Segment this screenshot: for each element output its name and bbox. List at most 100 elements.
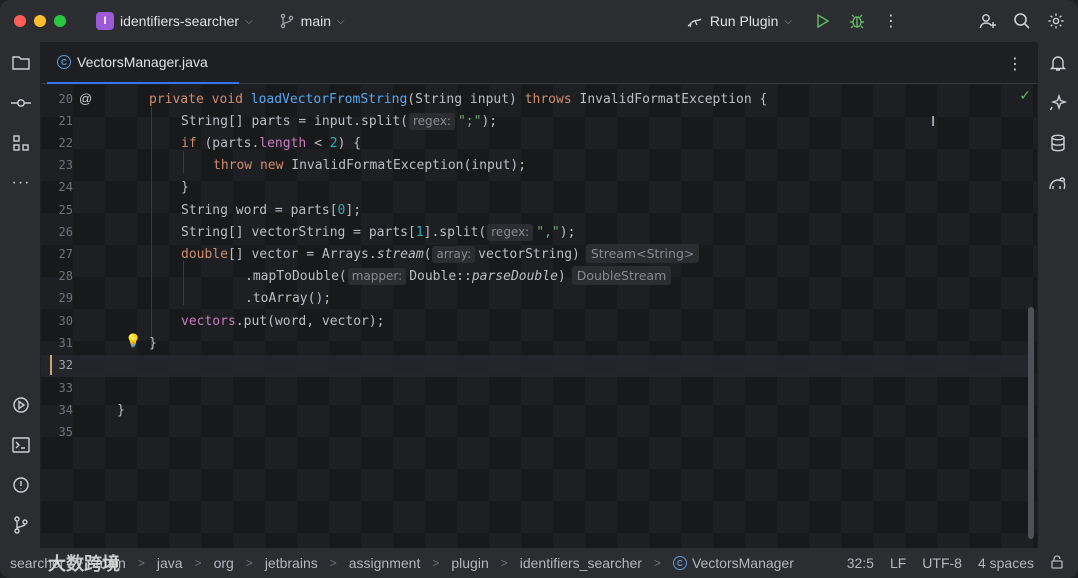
project-tool-button[interactable] <box>10 52 32 74</box>
breadcrumb-item[interactable]: java <box>157 555 183 571</box>
code-line: throw new InvalidFormatException(input); <box>213 158 527 173</box>
run-config-selector[interactable]: Run Plugin ⌵ <box>686 13 792 29</box>
title-bar: I identifiers-searcher ⌵ main ⌵ Run Plug… <box>0 0 1078 42</box>
line-separator[interactable]: LF <box>890 555 906 571</box>
caret-position[interactable]: 32:5 <box>847 555 874 571</box>
param-hint: array: <box>432 246 476 263</box>
breadcrumb-item[interactable]: plugin <box>451 555 488 571</box>
run-icon <box>817 13 830 29</box>
java-class-icon: C <box>672 556 687 570</box>
plugin-icon <box>687 18 702 28</box>
chevron-down-icon: ⌵ <box>337 15 345 27</box>
code-line: double[] vector = Arrays.stream(array: ve… <box>181 244 700 266</box>
code-line: } <box>149 336 157 351</box>
watermark-logo: 大数跨境 <box>8 548 120 578</box>
vertical-scrollbar[interactable] <box>1028 307 1034 539</box>
param-hint: mapper: <box>347 268 407 285</box>
search-icon <box>1014 13 1030 29</box>
notifications-button[interactable] <box>1047 52 1069 74</box>
more-tools-button[interactable]: ··· <box>10 172 32 194</box>
type-hint: Stream<String> <box>585 244 700 263</box>
watermark-text: 大数跨境 <box>48 554 120 574</box>
git-branch-icon <box>280 13 293 29</box>
status-right: 32:5 LF UTF-8 4 spaces <box>839 548 1078 578</box>
more-vertical-icon: ⋮ <box>883 13 899 30</box>
chevron-right-icon: > <box>137 556 145 570</box>
run-circle-icon <box>13 397 29 413</box>
chevron-down-icon: ⌵ <box>784 15 792 27</box>
add-user-button[interactable] <box>978 11 998 31</box>
gear-icon <box>1048 13 1064 29</box>
ai-assistant-button[interactable] <box>1047 92 1069 114</box>
code-line: vectors.put(word, vector); <box>181 314 385 329</box>
gradle-button[interactable] <box>1047 172 1069 194</box>
close-window-button[interactable] <box>14 15 26 27</box>
breadcrumb-item[interactable]: identifiers_searcher <box>520 555 642 571</box>
text-cursor-icon: I <box>931 113 936 130</box>
java-class-icon: C <box>57 55 71 69</box>
git-icon <box>14 516 28 534</box>
minimize-window-button[interactable] <box>34 15 46 27</box>
breadcrumb-item[interactable]: assignment <box>349 555 421 571</box>
run-button[interactable] <box>813 11 833 31</box>
no-problems-check-icon[interactable]: ✓ <box>1019 87 1031 104</box>
status-bar: searcher > main > java > org > jetbrains > as… <box>0 548 1078 578</box>
code-line: String[] parts = input.split(regex: ";"); <box>181 113 498 130</box>
code-editor[interactable]: 20 21 22 23 24 25 26 27 28 29 30 31 32 3… <box>41 85 1037 548</box>
tab-options-icon[interactable]: ⋮ <box>1007 54 1023 74</box>
gradle-elephant-icon <box>1049 177 1066 190</box>
vcs-tool-button[interactable] <box>10 514 32 536</box>
chevron-right-icon: > <box>653 556 661 570</box>
warning-circle-icon <box>13 477 29 493</box>
terminal-icon <box>12 437 30 453</box>
toolbar-right: Run Plugin ⌵ ⋮ <box>686 0 1078 42</box>
breadcrumb-item[interactable]: jetbrains <box>265 555 318 571</box>
more-horizontal-icon: ··· <box>11 174 31 191</box>
branch-name: main <box>300 13 332 29</box>
project-name: identifiers-searcher <box>120 13 240 29</box>
chevron-right-icon: > <box>329 556 337 570</box>
debug-bug-icon <box>850 14 864 29</box>
code-area: private void loadVectorFromString(String… <box>41 85 1031 548</box>
breadcrumb-item[interactable]: org <box>214 555 234 571</box>
settings-button[interactable] <box>1046 11 1066 31</box>
ide-window: I identifiers-searcher ⌵ main ⌵ Run Plug… <box>0 0 1078 578</box>
param-hint: regex: <box>408 113 455 130</box>
database-button[interactable] <box>1047 132 1069 154</box>
lock-icon[interactable] <box>1050 554 1064 572</box>
chevron-right-icon: > <box>194 556 202 570</box>
add-user-icon <box>979 14 996 29</box>
project-selector[interactable]: I identifiers-searcher ⌵ <box>96 12 253 30</box>
code-line: if (parts.length < 2) { <box>181 136 362 151</box>
code-line: } <box>117 403 125 418</box>
indent-setting[interactable]: 4 spaces <box>978 555 1034 571</box>
editor-tab-bar: C VectorsManager.java ⋮ <box>41 42 1037 84</box>
commit-icon <box>11 99 31 107</box>
code-line: .toArray(); <box>245 291 332 306</box>
problems-tool-button[interactable] <box>10 474 32 496</box>
project-badge: I <box>96 12 114 30</box>
indent-guide <box>151 107 152 349</box>
branch-selector[interactable]: main ⌵ <box>279 13 345 29</box>
chevron-right-icon: > <box>245 556 253 570</box>
structure-tool-button[interactable] <box>10 132 32 154</box>
file-encoding[interactable]: UTF-8 <box>922 555 962 571</box>
code-line: String[] vectorString = parts[1].split(r… <box>181 224 576 241</box>
zoom-window-button[interactable] <box>54 15 66 27</box>
tab-vectors-manager[interactable]: C VectorsManager.java <box>47 42 239 84</box>
commit-tool-button[interactable] <box>10 92 32 114</box>
terminal-tool-button[interactable] <box>10 434 32 456</box>
folder-icon <box>12 56 30 70</box>
breadcrumb-item[interactable]: VectorsManager <box>692 555 794 571</box>
code-line: String word = parts[0]; <box>181 203 362 218</box>
code-line: private void loadVectorFromString(String… <box>149 92 768 107</box>
run-tool-button[interactable] <box>10 394 32 416</box>
indent-guide <box>183 261 184 305</box>
debug-button[interactable] <box>847 11 867 31</box>
sparkle-icon <box>1049 94 1067 111</box>
structure-icon <box>13 135 29 151</box>
tab-filename: VectorsManager.java <box>77 54 208 70</box>
more-actions-button[interactable]: ⋮ <box>881 11 901 31</box>
window-controls <box>14 15 66 27</box>
search-button[interactable] <box>1012 11 1032 31</box>
